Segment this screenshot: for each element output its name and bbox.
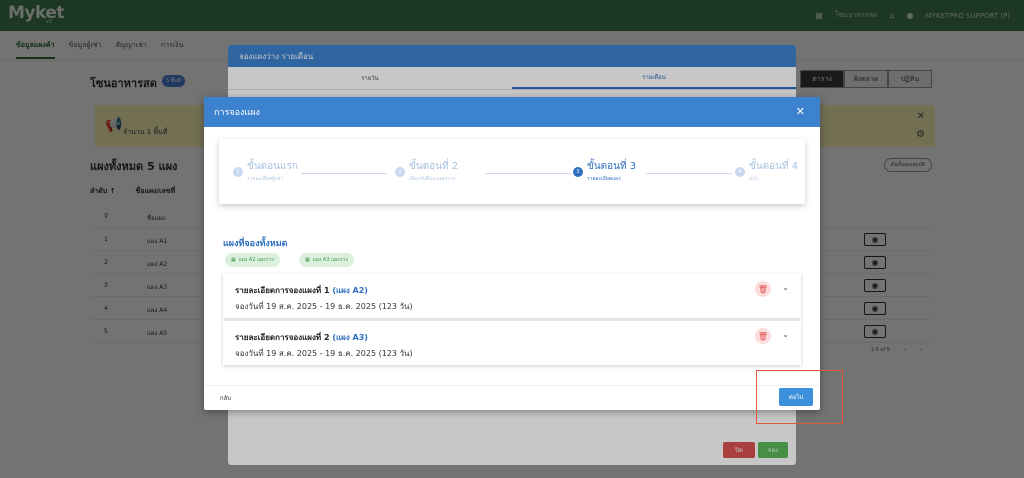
booking-dialog: การจองแผง ✕ 1 ขั้นตอนแรก รายละเอียดผู้เช… bbox=[204, 97, 820, 410]
booked-stalls-title: แผงที่จองทั้งหมด bbox=[223, 239, 288, 249]
booking-detail-panel[interactable]: รายละเอียดการจองแผงที่ 2 (แผง A3) จองวัน… bbox=[223, 321, 801, 365]
dialog-footer-divider bbox=[204, 385, 820, 386]
panel-zone: (แผง A3) bbox=[332, 333, 368, 342]
step-subtitle: รายละเอียดแผง bbox=[587, 176, 621, 182]
highlight-box bbox=[756, 370, 843, 424]
panel-title: รายละเอียดการจองแผงที่ 1 (แผง A2) bbox=[235, 284, 368, 297]
booking-detail-panel[interactable]: รายละเอียดการจองแผงที่ 1 (แผง A2) จองวัน… bbox=[223, 274, 801, 318]
trash-icon[interactable]: 🗑 bbox=[755, 281, 771, 297]
panel-zone: (แผง A2) bbox=[332, 286, 368, 295]
step-number: 3 bbox=[573, 167, 583, 177]
step-number: 4 bbox=[735, 167, 745, 177]
stepper: 1 ขั้นตอนแรก รายละเอียดผู้เช่า 2 ขั้นตอน… bbox=[219, 139, 805, 204]
booking-dialog-header: การจองแผง ✕ bbox=[204, 97, 820, 127]
booking-dialog-title: การจองแผง bbox=[214, 108, 260, 118]
chip-label: แผง A2 แผงว่าง bbox=[238, 257, 274, 263]
step-title: ขั้นตอนที่ 2 bbox=[409, 161, 459, 172]
chevron-down-icon[interactable]: ⌄ bbox=[782, 330, 789, 339]
step-subtitle: รายละเอียดผู้เช่า bbox=[247, 176, 283, 182]
step-title: ขั้นตอนที่ 4 bbox=[749, 161, 799, 172]
step-subtitle: สรุป bbox=[749, 176, 758, 182]
back-button[interactable]: กลับ bbox=[220, 393, 231, 403]
step-connector bbox=[646, 173, 732, 174]
panel-date: จองวันที่ 19 ส.ค. 2025 - 19 ธ.ค. 2025 (1… bbox=[235, 349, 413, 358]
step-connector bbox=[301, 173, 387, 174]
close-icon[interactable]: ✕ bbox=[796, 105, 805, 118]
stall-chip: ▦ แผง A3 แผงว่าง bbox=[299, 253, 354, 267]
panel-title-text: รายละเอียดการจองแผงที่ 1 bbox=[235, 286, 330, 295]
step-title: ขั้นตอนที่ 3 bbox=[587, 161, 637, 172]
store-icon: ▦ bbox=[305, 257, 310, 263]
step-connector bbox=[485, 173, 571, 174]
step-number: 1 bbox=[233, 167, 243, 177]
trash-icon[interactable]: 🗑 bbox=[755, 328, 771, 344]
step-subtitle: เลือกวันที่และแผงว่าง bbox=[409, 176, 455, 182]
step-number: 2 bbox=[395, 167, 405, 177]
store-icon: ▦ bbox=[231, 257, 236, 263]
panel-title-text: รายละเอียดการจองแผงที่ 2 bbox=[235, 333, 330, 342]
chip-label: แผง A3 แผงว่าง bbox=[312, 257, 348, 263]
panel-date: จองวันที่ 19 ส.ค. 2025 - 19 ธ.ค. 2025 (1… bbox=[235, 302, 413, 311]
chevron-down-icon[interactable]: ⌄ bbox=[782, 283, 789, 292]
stall-chip: ▦ แผง A2 แผงว่าง bbox=[225, 253, 280, 267]
panel-title: รายละเอียดการจองแผงที่ 2 (แผง A3) bbox=[235, 331, 368, 344]
step-title: ขั้นตอนแรก bbox=[247, 161, 298, 172]
